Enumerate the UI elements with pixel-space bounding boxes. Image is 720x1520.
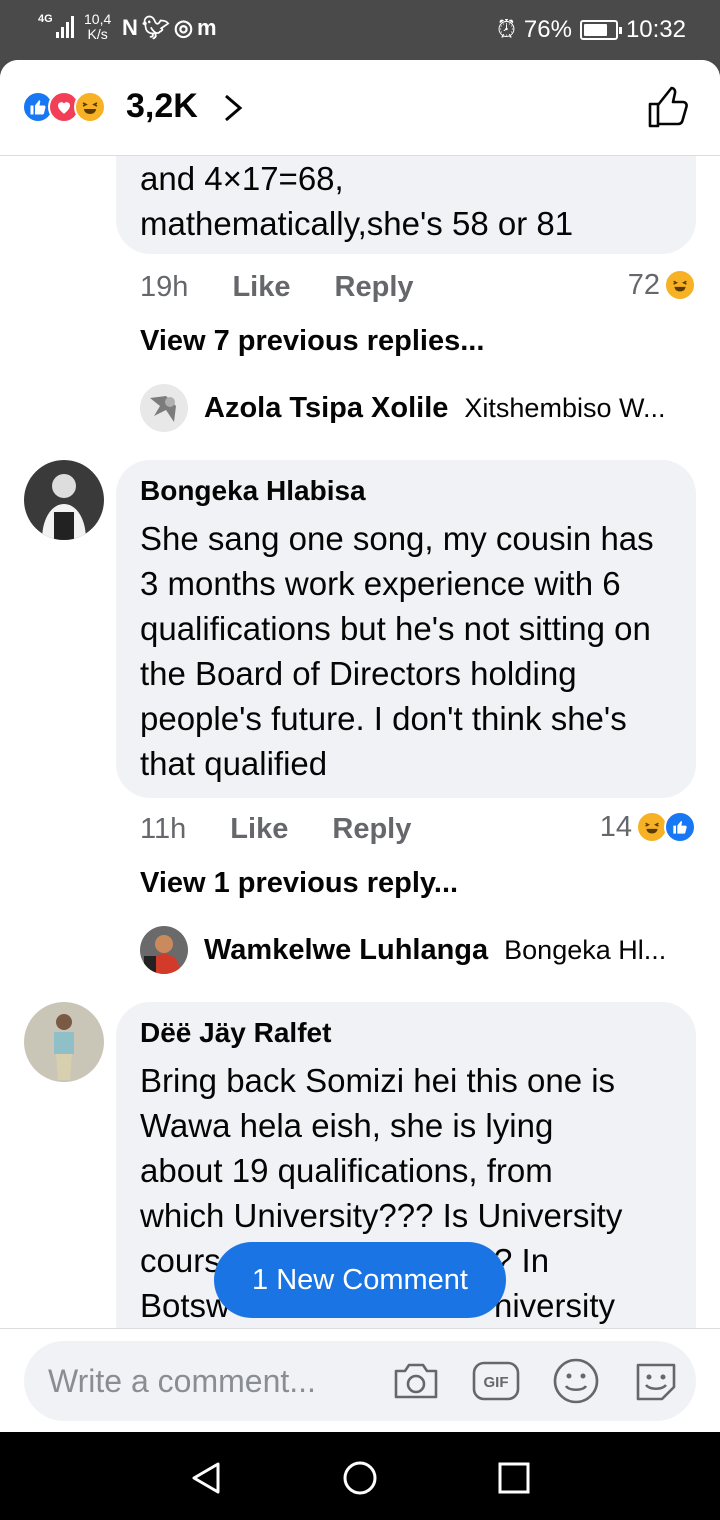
system-nav-bar — [0, 1432, 720, 1520]
reactions-header: 3,2K — [0, 60, 720, 156]
haha-reaction-icon — [664, 269, 696, 301]
twitter-icon: 🐦︎ — [141, 15, 174, 40]
reply-author: Wamkelwe Luhlanga — [204, 933, 489, 966]
avatar — [140, 384, 188, 432]
view-previous-replies[interactable]: View 1 previous reply... — [140, 866, 458, 900]
reaction-summary[interactable] — [22, 91, 106, 123]
comment-line: Wawa hela eish, she is lying — [140, 1107, 554, 1144]
comment-author[interactable]: Dëë Jäy Ralfet — [140, 1016, 331, 1050]
reaction-number: 14 — [599, 811, 632, 843]
comment-actions: 11h Like Reply — [140, 812, 447, 846]
chevron-right-icon[interactable] — [218, 90, 248, 126]
comment-actions: 19h Like Reply — [140, 270, 450, 304]
mcdonalds-icon: m — [197, 15, 221, 40]
new-comment-button[interactable]: 1 New Comment — [214, 1242, 506, 1318]
battery-percent: 76% — [523, 16, 572, 43]
like-button[interactable]: Like — [230, 813, 288, 845]
comment-reactions[interactable]: 72 — [628, 268, 696, 302]
comment-fragment: cours — [140, 1242, 221, 1279]
netflix-icon: N — [122, 15, 142, 40]
comment-author[interactable]: Bongeka Hlabisa — [140, 474, 366, 508]
comment-placeholder: Write a comment... — [48, 1363, 316, 1399]
signal-icon — [56, 16, 74, 38]
reply-preview[interactable]: Wamkelwe Luhlanga Bongeka Hl... — [140, 926, 666, 974]
svg-text:GIF: GIF — [484, 1374, 509, 1391]
reply-snippet: Xitshembiso W... — [464, 392, 666, 423]
like-outline-icon[interactable] — [646, 84, 692, 130]
reaction-number: 72 — [627, 269, 660, 301]
comment-fragment: niversity — [494, 1287, 616, 1324]
status-bar: 4G 10,4 K/s N🐦︎◎m ⏰︎ 76% 10:32 — [0, 0, 720, 60]
reply-snippet: Bongeka Hl... — [504, 934, 667, 965]
camera-icon[interactable] — [390, 1355, 442, 1407]
home-icon[interactable] — [340, 1458, 380, 1498]
clock: 10:32 — [625, 16, 686, 43]
haha-reaction-icon — [74, 91, 106, 123]
view-previous-replies[interactable]: View 7 previous replies... — [140, 324, 484, 358]
comment-bubble[interactable]: Bongeka Hlabisa She sang one song, my co… — [116, 460, 696, 798]
network-type: 4G — [38, 13, 53, 25]
battery-fill — [583, 24, 607, 36]
status-right: ⏰︎ 76% 10:32 — [497, 17, 686, 43]
reply-preview[interactable]: Azola Tsipa Xolile Xitshembiso W... — [140, 384, 665, 432]
comment-line: Bring back Somizi hei this one is — [140, 1062, 616, 1099]
gif-icon[interactable]: GIF — [470, 1355, 522, 1407]
comment-composer: Write a comment... GIF — [0, 1328, 720, 1432]
comments-sheet: 3,2K and 4×17=68, mathematically,she's 5… — [0, 60, 720, 1432]
speed-value: 10,4 — [84, 11, 112, 27]
recents-icon[interactable] — [494, 1458, 534, 1498]
back-icon[interactable] — [186, 1458, 226, 1498]
comment-time: 19h — [140, 271, 189, 303]
reaction-count[interactable]: 3,2K — [126, 86, 198, 126]
network-speed: 10,4 K/s — [84, 12, 111, 42]
battery-icon — [579, 20, 622, 40]
reply-button[interactable]: Reply — [332, 813, 411, 845]
emoji-icon[interactable] — [550, 1355, 602, 1407]
avatar[interactable] — [24, 1002, 104, 1082]
instagram-icon: ◎ — [173, 15, 198, 40]
reply-author: Azola Tsipa Xolile — [204, 391, 449, 424]
avatar[interactable] — [24, 460, 104, 540]
alarm-icon: ⏰︎ — [497, 16, 516, 43]
reply-button[interactable]: Reply — [335, 271, 414, 303]
notification-icons: N🐦︎◎m — [122, 16, 221, 40]
comment-time: 11h — [140, 813, 187, 845]
avatar — [140, 926, 188, 974]
comment-reactions[interactable]: 14 — [600, 810, 696, 844]
like-reaction-icon — [664, 811, 696, 843]
comment-text: She sang one song, my cousin has 3 month… — [140, 520, 654, 782]
comment-input[interactable]: Write a comment... GIF — [24, 1341, 696, 1421]
comment-line: about 19 qualifications, from — [140, 1152, 553, 1189]
like-button[interactable]: Like — [232, 271, 290, 303]
comment-line: which University??? Is University — [140, 1197, 623, 1234]
comment-text: and 4×17=68, mathematically,she's 58 or … — [140, 160, 574, 242]
sticker-icon[interactable] — [630, 1355, 682, 1407]
speed-unit: K/s — [87, 26, 108, 42]
